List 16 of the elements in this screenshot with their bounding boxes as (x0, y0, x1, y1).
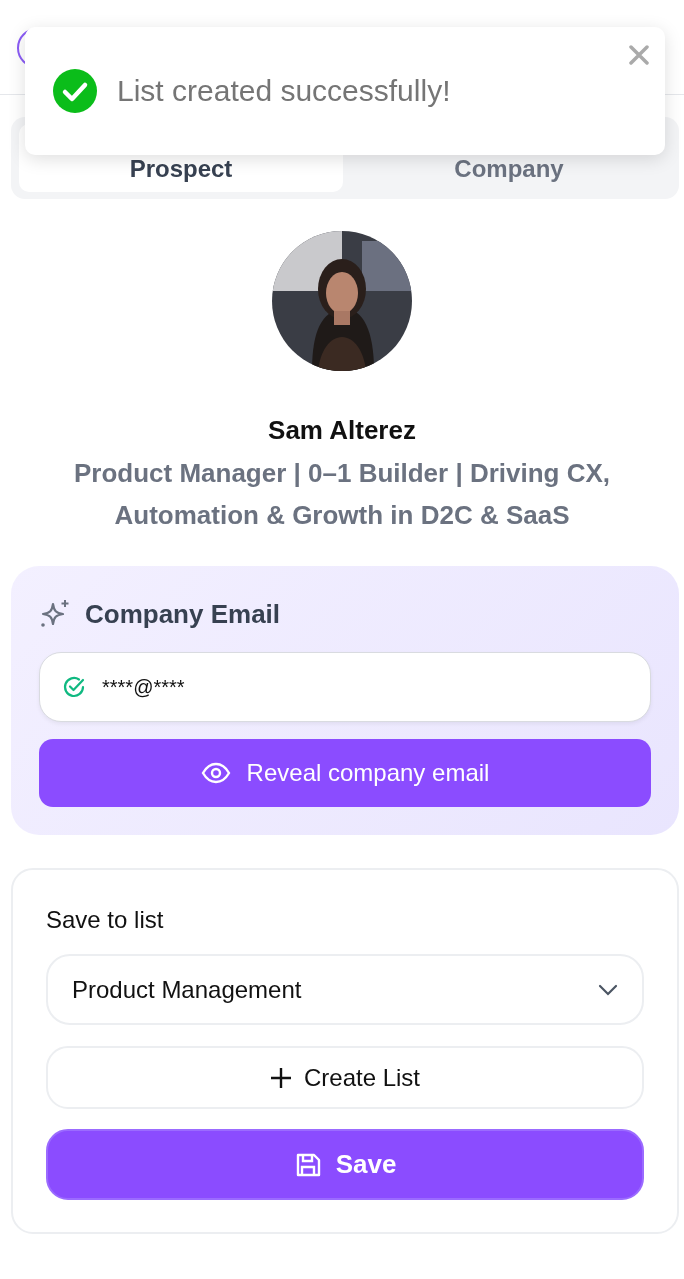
toast-message: List created successfully! (117, 74, 451, 108)
sparkle-icon (39, 598, 71, 630)
save-button[interactable]: Save (46, 1129, 644, 1200)
tab[interactable]: Company (347, 124, 671, 192)
eye-icon (200, 762, 231, 784)
chevron-down-icon (598, 983, 618, 996)
card-title: Company Email (85, 598, 281, 630)
email-field[interactable]: ****@**** (39, 652, 651, 722)
list-dropdown[interactable]: Product Management (46, 954, 644, 1025)
create-list-button[interactable]: Create List (46, 1046, 644, 1109)
person-name: Sam Alterez (268, 415, 416, 446)
reveal-email-button[interactable]: Reveal company email (39, 739, 651, 807)
field-label: Save to list (46, 906, 165, 934)
close-icon[interactable] (629, 45, 649, 65)
person-headline: Product Manager | 0–1 Builder | Driving CX, Automation & Growth in D2C & SaaS (72, 457, 612, 532)
plus-icon (269, 1066, 292, 1089)
